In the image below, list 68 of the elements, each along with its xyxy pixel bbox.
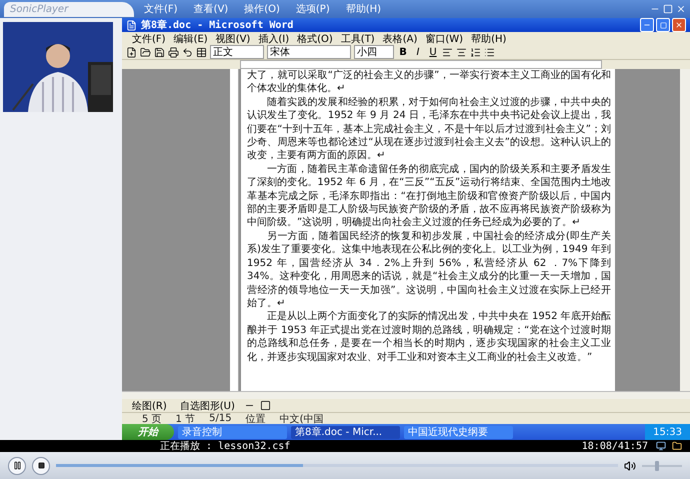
app-title: SonicPlayer	[4, 2, 134, 16]
save-icon[interactable]	[154, 46, 165, 58]
printer-icon[interactable]	[168, 46, 179, 58]
menu-item[interactable]: 查看(V)	[188, 2, 234, 16]
minimize-button[interactable]	[640, 18, 654, 32]
maximize-icon[interactable]	[663, 4, 673, 14]
close-icon	[675, 21, 683, 29]
menu-item[interactable]: 格式(O)	[293, 32, 337, 46]
rectangle-icon[interactable]	[260, 400, 271, 411]
font-dropdown[interactable]: 宋体	[267, 45, 351, 59]
draw-menu[interactable]: 绘图(R)	[128, 398, 171, 412]
taskbar-button[interactable]: 第8章.doc - Micr...	[291, 426, 400, 438]
scrollbar[interactable]	[122, 391, 690, 399]
restore-button[interactable]	[656, 18, 670, 32]
menu-item[interactable]: 表格(A)	[378, 32, 422, 46]
stop-icon	[38, 462, 44, 469]
paragraph: 大了，就可以采取“广泛的社会主义的步骤”，一举实行资本主义工商业的国有化和个体农业的集体化。↵	[247, 69, 611, 96]
status-text: 5/15	[209, 413, 232, 424]
style-dropdown[interactable]: 正文	[210, 45, 264, 59]
menu-item[interactable]: 文件(F)	[138, 2, 184, 16]
document-icon	[126, 20, 137, 30]
format-button[interactable]: B	[397, 46, 409, 58]
menu-item[interactable]: 选项(P)	[290, 2, 336, 16]
clock: 15:33	[645, 424, 690, 440]
taskbar-button[interactable]: 录音控制	[178, 426, 287, 438]
numbered-list-icon[interactable]	[470, 46, 481, 58]
size-dropdown[interactable]: 小四	[354, 45, 394, 59]
now-playing: 正在播放 : lesson32.csf	[160, 440, 290, 453]
pause-icon	[12, 461, 22, 470]
paragraph: 另一方面，随着国民经济的恢复和初步发展，中国社会的经济成分(即生产关系)发生了重要变化。这集中地表现在公私比例的变化上。以工业为例，1949 年到 1952 年，国营经济从 34．2%上升到 56%，私营经济从 62 ．7%下降到 34%。这种变化，用周恩来的话说，就是“社会主义成分的比重一天一天增加，国营经济的领导地位一天一天加强”。这说明，中国向社会主义过渡在实际上已经开始了。↵	[247, 230, 611, 310]
paragraph: 一方面，随着民主革命遗留任务的彻底完成，国内的阶级关系和主要矛盾发生了深刻的变化。1952 年 6 月，在“三反”“五反”运动行将结束、全国范围内土地改革基本完成之际，毛泽东即指出：“在打倒地主阶级和官僚资产阶级以后，中国内部的主要矛盾即是工人阶级与民族资产阶级的矛盾，故不应再将民族资产阶级称为中间阶级。”这说明，明确提出向社会主义过渡的任务已经成为必要的了。↵	[247, 162, 611, 230]
menu-item[interactable]: 帮助(H)	[467, 32, 510, 46]
menu-item[interactable]: 文件(F)	[128, 32, 170, 46]
format-button[interactable]: U	[427, 46, 439, 58]
paragraph: 随着实践的发展和经验的积累，对于如何向社会主义过渡的步骤，中共中央的认识发生了变化。1952 年 9 月 24 日，毛泽东在中共中央书记处会议上提出，我们要在“十到十五年，基本上完成社会主义，不是十年以后才过渡到社会主义”；刘少奇、周恩来等也都论述过“从现在逐步过渡到社会主义去”的设想。这种认识上的改变，主要有两方面的原因。↵	[247, 96, 611, 163]
table-icon[interactable]	[196, 46, 207, 58]
menu-item[interactable]: 操作(O)	[238, 2, 286, 16]
status-text: 中文(中国	[280, 412, 324, 426]
monitor-icon[interactable]	[656, 441, 666, 451]
new-file-icon[interactable]	[126, 46, 137, 58]
menu-item[interactable]: 视图(V)	[212, 32, 254, 46]
menu-item[interactable]: 工具(T)	[336, 32, 379, 46]
menu-item[interactable]: 编辑(E)	[170, 32, 212, 46]
align-left-icon[interactable]	[442, 46, 453, 58]
scrollbar[interactable]	[680, 69, 690, 391]
pause-button[interactable]	[8, 456, 26, 474]
format-button[interactable]: I	[412, 46, 424, 58]
restore-icon	[660, 22, 666, 28]
autoshape-menu[interactable]: 自选图形(U)	[176, 398, 239, 412]
playback-time: 18:08/41:57	[582, 440, 648, 452]
folder-icon[interactable]	[140, 46, 151, 58]
close-button[interactable]	[672, 18, 686, 32]
status-text: 5 页	[142, 412, 162, 426]
status-text: 位置	[246, 412, 266, 426]
paragraph: 正是从以上两个方面变化了的实际的情况出发，中共中央在 1952 年底开始酝酿并于 1953 年正式提出党在过渡时期的总路线，明确规定：“党在这个过渡时期的总路线和总任务，是要在一个相当长的时期内，逐步实现国家的社会主义工业化，并逐步实现国家对农业、对手工业和对资本主义工商业的社会主义改造。”	[247, 310, 611, 364]
close-icon[interactable]	[676, 4, 686, 14]
volume-thumb[interactable]	[654, 460, 659, 470]
undo-icon[interactable]	[182, 46, 193, 58]
menu-item[interactable]: 窗口(W)	[421, 32, 468, 46]
taskbar-button[interactable]: 中国近现代史纲要	[404, 426, 513, 438]
stop-button[interactable]	[32, 456, 50, 474]
align-center-icon[interactable]	[456, 46, 467, 58]
progress-track[interactable]	[56, 464, 618, 467]
menu-item[interactable]: 帮助(H)	[340, 2, 388, 16]
volume-icon[interactable]	[624, 460, 636, 472]
window-title: 第8章.doc - Microsoft Word	[141, 18, 294, 32]
status-text: 1 节	[176, 412, 196, 426]
menu-item[interactable]: 插入(I)	[254, 32, 294, 46]
